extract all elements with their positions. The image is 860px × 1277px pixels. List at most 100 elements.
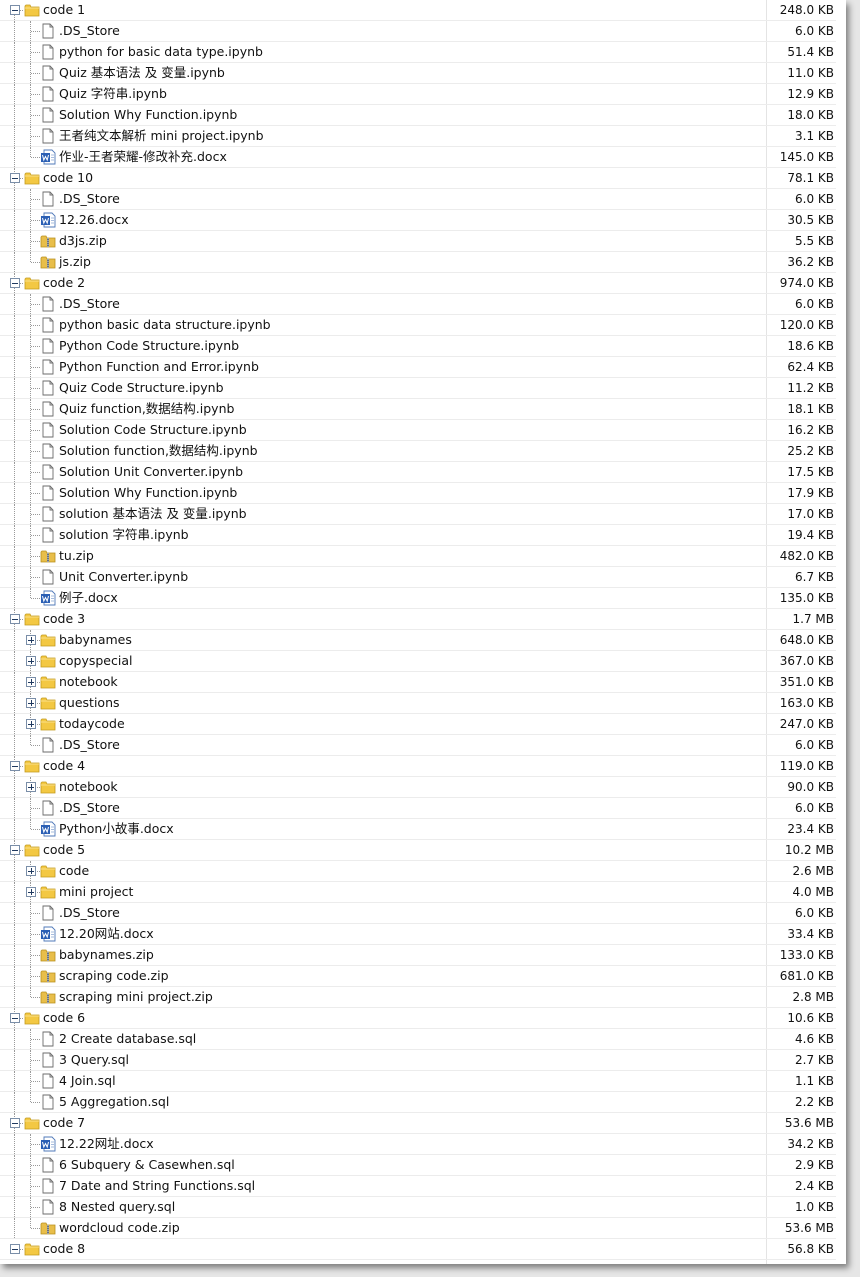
file-row[interactable]: scraping mini project.zip 2.8 MB xyxy=(0,987,836,1008)
expand-plus-icon[interactable] xyxy=(26,719,36,729)
file-row[interactable]: 12.20网站.docx 33.4 KB xyxy=(0,924,836,945)
file-row[interactable]: .DS_Store 6.0 KB xyxy=(0,798,836,819)
folder-row[interactable]: code 4 119.0 KB xyxy=(0,756,836,777)
file-row[interactable]: Unit Converter.ipynb 6.7 KB xyxy=(0,567,836,588)
file-row[interactable]: wordcloud code.zip 53.6 MB xyxy=(0,1218,836,1239)
expand-plus-icon[interactable] xyxy=(26,698,36,708)
folder-row[interactable]: code 3 1.7 MB xyxy=(0,609,836,630)
file-row[interactable]: 12.26.docx 30.5 KB xyxy=(0,210,836,231)
file-row[interactable]: Quiz 基本语法 及 变量.ipynb 11.0 KB xyxy=(0,63,836,84)
expand-plus-icon[interactable] xyxy=(26,677,36,687)
expand-plus-icon[interactable] xyxy=(26,782,36,792)
collapse-minus-icon[interactable] xyxy=(10,1118,20,1128)
item-name: solution 基本语法 及 变量.ipynb xyxy=(59,506,247,521)
item-size: 62.4 KB xyxy=(787,360,834,374)
file-row[interactable]: Python Code Structure.ipynb 18.6 KB xyxy=(0,336,836,357)
folder-icon xyxy=(24,2,40,18)
file-row[interactable]: python basic data structure.ipynb 120.0 K… xyxy=(0,315,836,336)
folder-row[interactable]: notebook 351.0 KB xyxy=(0,672,836,693)
file-row[interactable]: Python Function and Error.ipynb 62.4 KB xyxy=(0,357,836,378)
file-row[interactable]: .DS_Store 6.0 KB xyxy=(0,294,836,315)
file-row[interactable]: scraping code.zip 681.0 KB xyxy=(0,966,836,987)
folder-row[interactable]: code 6 10.6 KB xyxy=(0,1008,836,1029)
file-row[interactable]: babynames.zip 133.0 KB xyxy=(0,945,836,966)
collapse-minus-icon[interactable] xyxy=(10,1244,20,1254)
expand-plus-icon[interactable] xyxy=(26,866,36,876)
item-size: 2.9 KB xyxy=(795,1158,834,1172)
tree-guide-line xyxy=(14,1197,15,1217)
file-row[interactable]: d3js.zip 5.5 KB xyxy=(0,231,836,252)
file-row[interactable]: 6 Subquery & Casewhen.sql 2.9 KB xyxy=(0,1155,836,1176)
file-row[interactable]: .DS_Store 6.0 KB xyxy=(0,21,836,42)
folder-row[interactable]: code 2 974.0 KB xyxy=(0,273,836,294)
file-row[interactable]: Python小故事.docx 23.4 KB xyxy=(0,819,836,840)
folder-row[interactable]: questions 163.0 KB xyxy=(0,693,836,714)
item-size: 16.2 KB xyxy=(787,423,834,437)
item-size: 33.4 KB xyxy=(787,927,834,941)
folder-icon xyxy=(40,695,56,711)
file-row[interactable]: 2 Create database.sql 4.6 KB xyxy=(0,1029,836,1050)
folder-row[interactable]: code 10 78.1 KB xyxy=(0,168,836,189)
item-size: 3.1 KB xyxy=(795,129,834,143)
folder-icon xyxy=(24,842,40,858)
file-row[interactable]: 3 Query.sql 2.7 KB xyxy=(0,1050,836,1071)
folder-row[interactable]: code 2.6 MB xyxy=(0,861,836,882)
file-row[interactable]: Solution Code Structure.ipynb 16.2 KB xyxy=(0,420,836,441)
file-row[interactable]: Quiz function,数据结构.ipynb 18.1 KB xyxy=(0,399,836,420)
folder-row[interactable]: notebook 90.0 KB xyxy=(0,777,836,798)
file-row[interactable]: Solution function,数据结构.ipynb 25.2 KB xyxy=(0,441,836,462)
folder-row[interactable]: code 8 56.8 KB xyxy=(0,1239,836,1260)
file-row[interactable]: python for basic data type.ipynb 51.4 KB xyxy=(0,42,836,63)
file-row[interactable]: 4 Join.sql 1.1 KB xyxy=(0,1071,836,1092)
folder-row[interactable]: mini project 4.0 MB xyxy=(0,882,836,903)
file-row[interactable]: 7 Date and String Functions.sql 2.4 KB xyxy=(0,1176,836,1197)
expand-plus-icon[interactable] xyxy=(26,887,36,897)
tree-guide-line xyxy=(14,63,15,83)
file-row[interactable]: 王者纯文本解析 mini project.ipynb 3.1 KB xyxy=(0,126,836,147)
tree-branch-line xyxy=(31,1102,40,1103)
expand-plus-icon[interactable] xyxy=(26,656,36,666)
zip-archive-icon xyxy=(40,947,56,963)
file-row[interactable]: .DS_Store 6.0 KB xyxy=(0,735,836,756)
tree-guide-line xyxy=(14,1092,15,1112)
file-row[interactable]: tu.zip 482.0 KB xyxy=(0,546,836,567)
collapse-minus-icon[interactable] xyxy=(10,614,20,624)
folder-row[interactable]: code 5 10.2 MB xyxy=(0,840,836,861)
file-row[interactable]: .DS_Store 6.0 KB xyxy=(0,189,836,210)
folder-row[interactable]: copyspecial 367.0 KB xyxy=(0,651,836,672)
file-row[interactable]: js.zip 36.2 KB xyxy=(0,252,836,273)
tree-branch-line xyxy=(31,913,40,914)
file-row[interactable]: 例子.docx 135.0 KB xyxy=(0,588,836,609)
file-row[interactable]: 12.22网址.docx 34.2 KB xyxy=(0,1134,836,1155)
file-row[interactable]: solution 基本语法 及 变量.ipynb 17.0 KB xyxy=(0,504,836,525)
file-row[interactable]: Quiz Code Structure.ipynb 11.2 KB xyxy=(0,378,836,399)
file-row[interactable]: .DS_Store 6.0 KB xyxy=(0,903,836,924)
file-row[interactable]: solution 字符串.ipynb 19.4 KB xyxy=(0,525,836,546)
item-size: 2.2 KB xyxy=(795,1095,834,1109)
collapse-minus-icon[interactable] xyxy=(10,761,20,771)
file-row[interactable]: Solution Why Function.ipynb 17.9 KB xyxy=(0,483,836,504)
collapse-minus-icon[interactable] xyxy=(10,845,20,855)
expand-plus-icon[interactable] xyxy=(26,635,36,645)
collapse-minus-icon[interactable] xyxy=(10,1013,20,1023)
folder-row[interactable]: todaycode 247.0 KB xyxy=(0,714,836,735)
item-size: 6.0 KB xyxy=(795,801,834,815)
collapse-minus-icon[interactable] xyxy=(10,5,20,15)
file-row[interactable]: Solution Unit Converter.ipynb 17.5 KB xyxy=(0,462,836,483)
item-name: d3js.zip xyxy=(59,233,107,248)
file-row[interactable]: Solution Why Function.ipynb 18.0 KB xyxy=(0,105,836,126)
folder-row[interactable]: code 7 53.6 MB xyxy=(0,1113,836,1134)
file-icon xyxy=(40,65,56,81)
tree-branch-line xyxy=(31,325,40,326)
file-row[interactable]: 5 Aggregation.sql 2.2 KB xyxy=(0,1092,836,1113)
file-icon xyxy=(40,1178,56,1194)
collapse-minus-icon[interactable] xyxy=(10,173,20,183)
item-size: 681.0 KB xyxy=(779,969,834,983)
file-row[interactable]: 作业-王者荣耀-修改补充.docx 145.0 KB xyxy=(0,147,836,168)
file-row[interactable]: Quiz 字符串.ipynb 12.9 KB xyxy=(0,84,836,105)
item-size: 367.0 KB xyxy=(779,654,834,668)
folder-row[interactable]: babynames 648.0 KB xyxy=(0,630,836,651)
file-row[interactable]: 8 Nested query.sql 1.0 KB xyxy=(0,1197,836,1218)
collapse-minus-icon[interactable] xyxy=(10,278,20,288)
folder-row[interactable]: code 1 248.0 KB xyxy=(0,0,836,21)
